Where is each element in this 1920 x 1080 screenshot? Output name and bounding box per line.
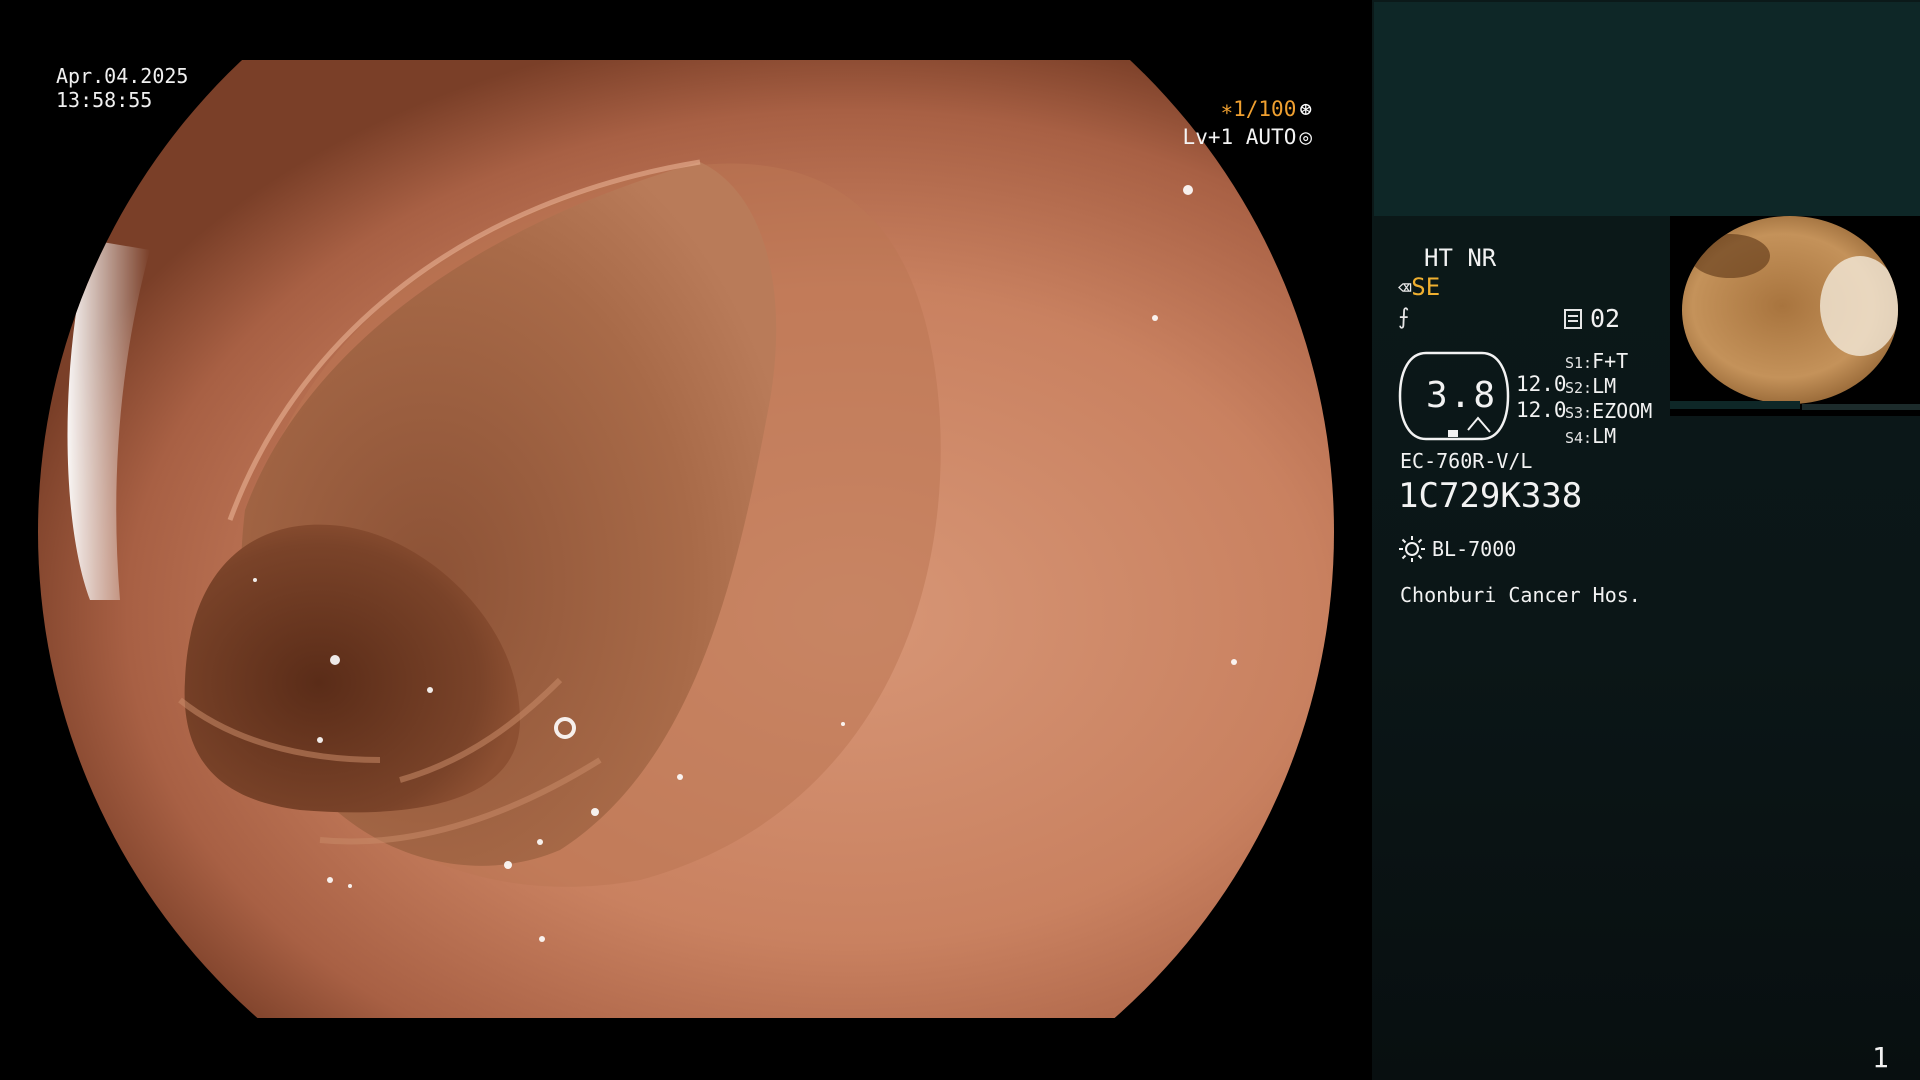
level-text: Lv+1 AUTO [1182,125,1297,149]
panel-header-area [1374,2,1920,216]
page-number: 1 [1872,1041,1889,1074]
switch-s4: S4:LM [1565,424,1617,448]
zoom-setting-b: 12.0 [1516,398,1567,422]
structure-enhancement-row: ⌫SE [1398,275,1440,300]
date-text: Apr.04.2025 [56,64,189,88]
scope-model-label: EC-760R-V/L [1400,449,1533,473]
info-side-panel: HT NR ⌫SE ⨍ 02 3.8 12.0 12.0 S1:F+T S2:L… [1372,0,1920,1080]
shutter-readout: ∗1/100 ⊛ [1220,99,1312,120]
time-text: 13:58:55 [56,88,153,112]
switch-s3: S3:EZOOM [1565,399,1653,423]
thumbnail-image [1670,216,1920,410]
zoom-value: 3.8 [1426,375,1498,416]
enhancement-icon: ⌫ [1398,276,1412,301]
ht-nr-label: HT NR [1424,244,1497,272]
menu-icon [1564,309,1582,329]
shutter-text: ∗1/100 [1220,97,1297,121]
mode-value: 02 [1590,304,1621,333]
sun-icon [1399,536,1425,562]
brightness-level-readout: Lv+1 AUTO ◎ [1183,127,1312,148]
mode-indicator: 02 [1564,306,1620,331]
switch-s1: S1:F+T [1565,349,1629,373]
switch-s2: S2:LM [1565,374,1617,398]
zoom-setting-a: 12.0 [1516,372,1567,396]
serial-number: 1C729K338 [1398,476,1583,516]
se-label: SE [1411,273,1441,301]
endoscopy-main-view: Apr.04.2025 13:58:55 ∗1/100 ⊛ Lv+1 AUTO ◎ [0,0,1372,1080]
endoscopic-colon-image [38,60,1334,1018]
hospital-name: Chonburi Cancer Hos. [1400,583,1641,607]
aperture-icon: ⊛ [1299,97,1312,121]
thumbnail-preview[interactable] [1670,216,1920,416]
target-icon: ◎ [1299,125,1312,149]
light-source-label: BL-7000 [1432,537,1517,561]
date-time-readout: Apr.04.2025 13:58:55 [56,66,188,114]
light-source-row: BL-7000 [1398,535,1516,563]
structure-icon: ⨍ [1398,305,1410,330]
